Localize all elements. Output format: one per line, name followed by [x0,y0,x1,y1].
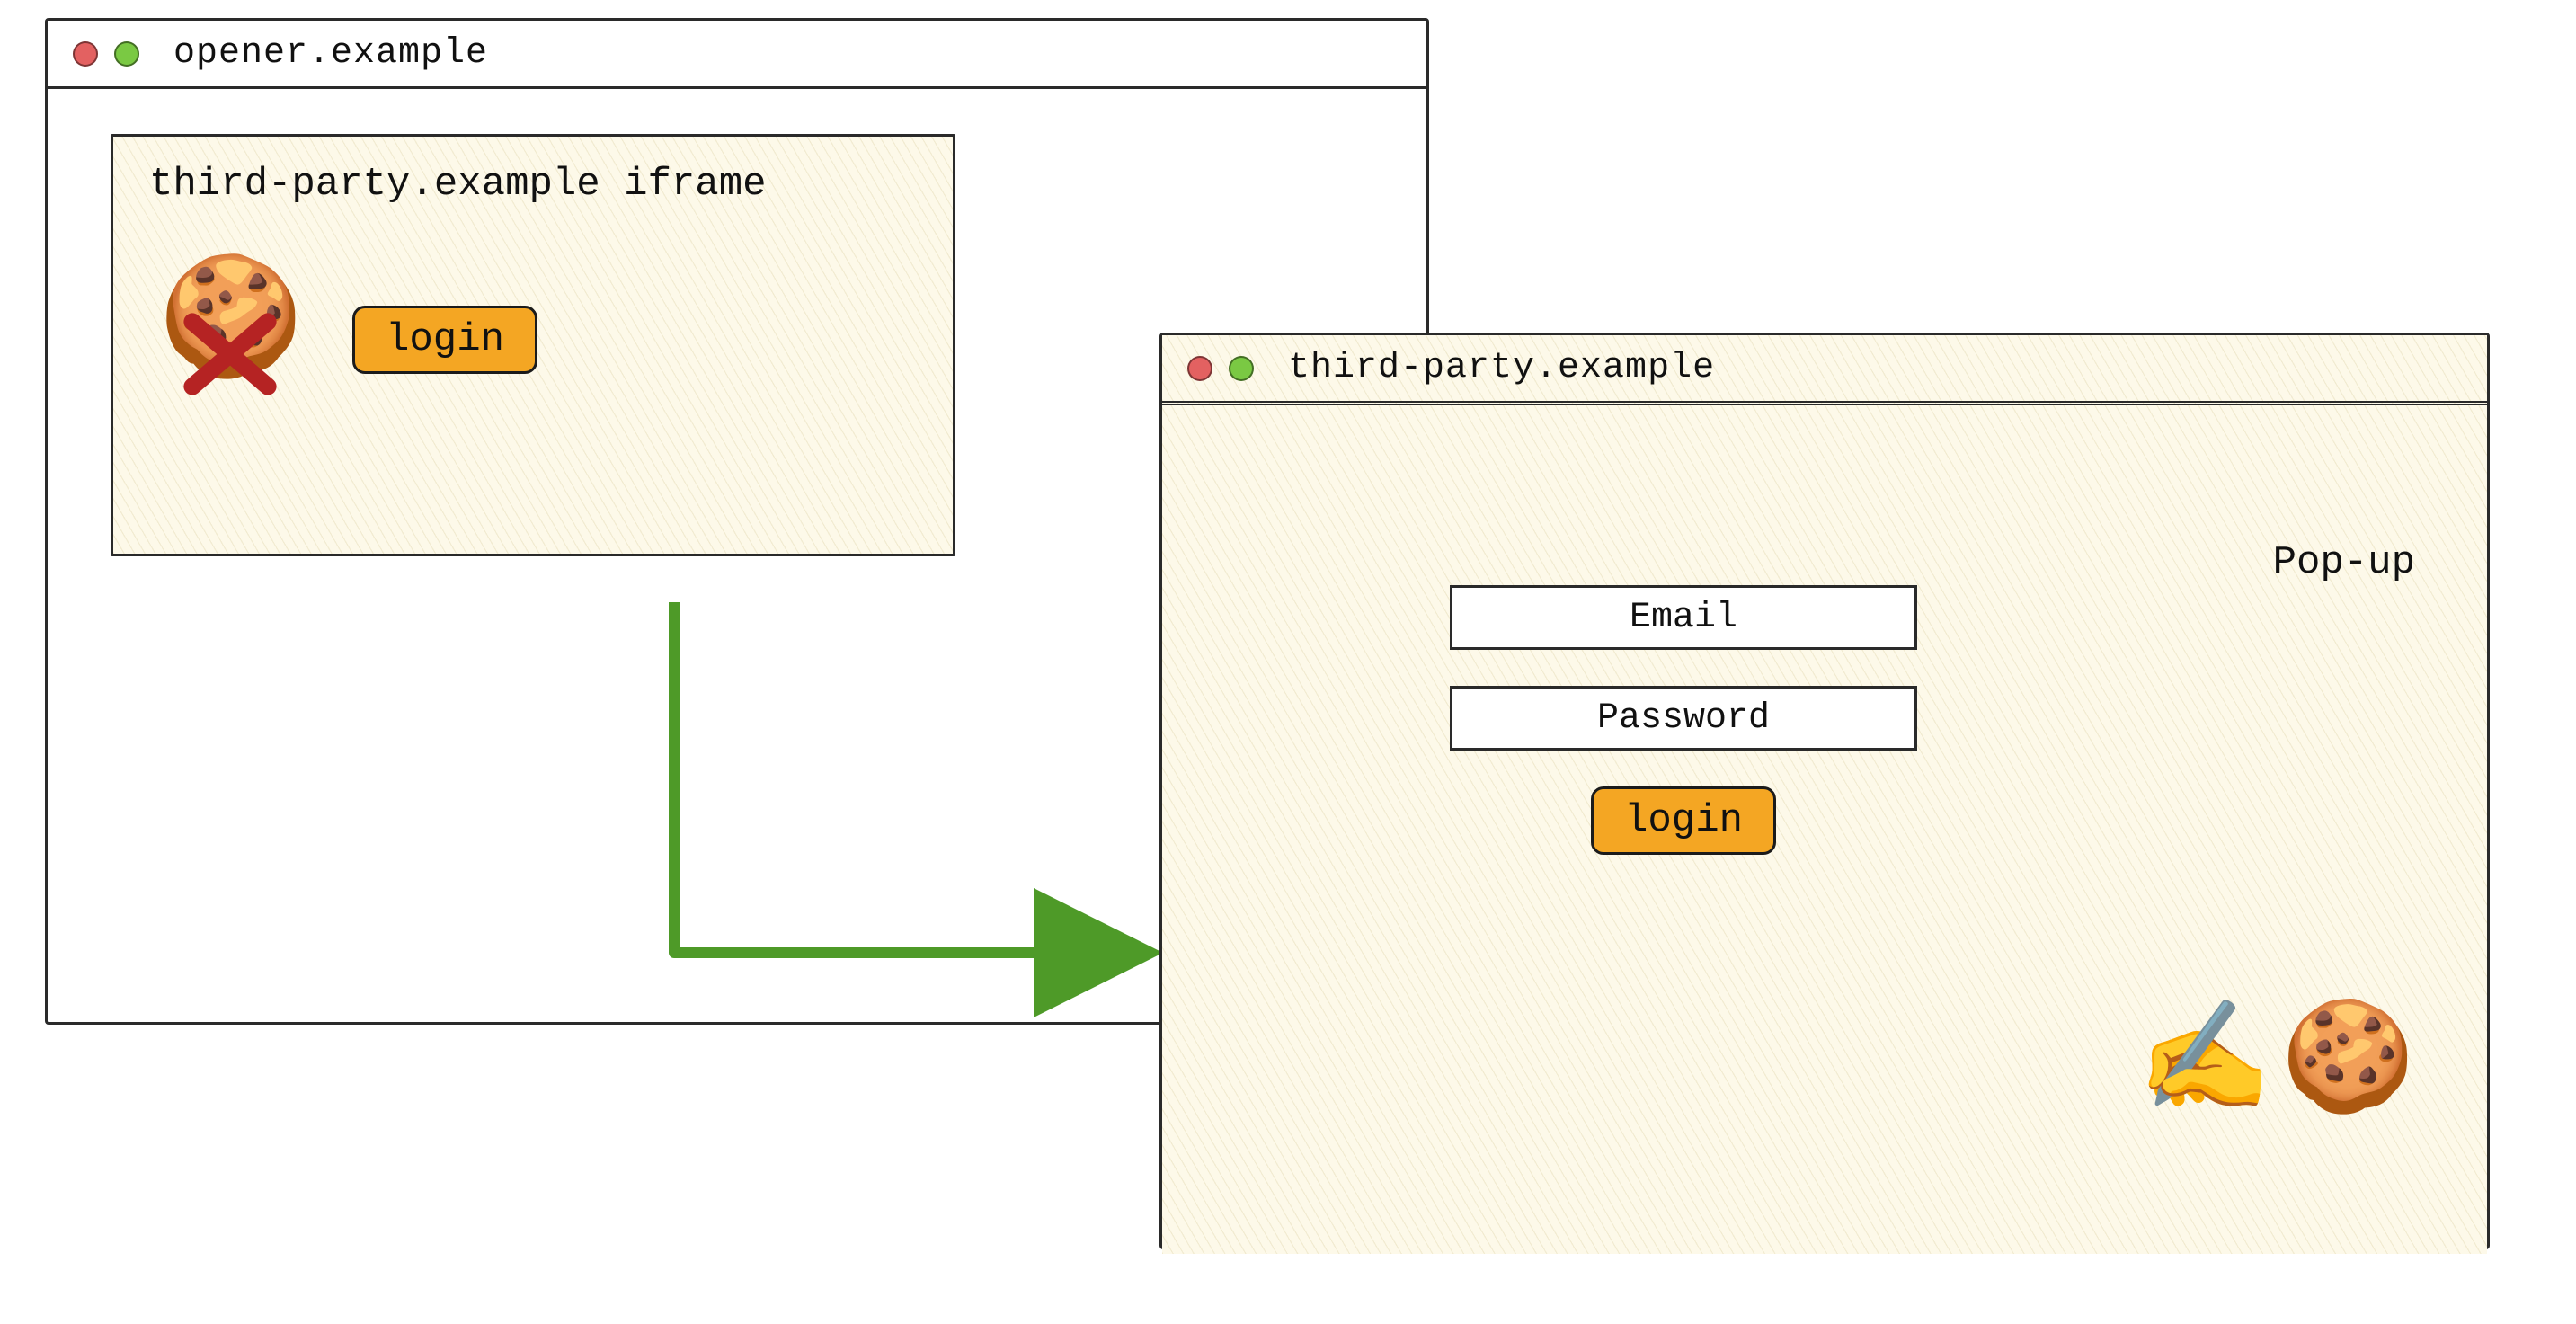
popup-content: Pop-up Email Password login ✍️ 🍪 [1162,405,2487,1254]
popup-title: third-party.example [1288,348,1715,388]
password-field[interactable]: Password [1450,686,1917,751]
cookie-icon: 🍪 [158,260,304,392]
maximize-icon[interactable] [114,41,139,67]
blocked-cookie: 🍪 [158,268,302,412]
maximize-icon[interactable] [1229,356,1254,381]
login-form: Email Password login [1450,585,1917,855]
iframe-row: 🍪 login [113,232,953,448]
third-party-iframe: third-party.example iframe 🍪 login [111,134,955,556]
popup-body: Pop-up Email Password login ✍️ 🍪 [1162,405,2487,1254]
close-icon[interactable] [73,41,98,67]
iframe-label: third-party.example iframe [113,137,953,232]
email-field[interactable]: Email [1450,585,1917,650]
popup-window: third-party.example Pop-up Email Passwor… [1159,333,2490,1249]
iframe-login-button[interactable]: login [352,306,537,374]
close-icon[interactable] [1187,356,1212,381]
opener-title: opener.example [173,33,488,74]
opener-titlebar: opener.example [48,21,1426,89]
cookie-write-indicator: ✍️ 🍪 [2137,1011,2415,1119]
popup-label: Pop-up [2273,540,2415,585]
popup-login-button[interactable]: login [1591,786,1776,855]
popup-titlebar: third-party.example [1162,335,2487,405]
cookie-icon: 🍪 [2281,1011,2415,1119]
writing-hand-icon: ✍️ [2137,1011,2271,1119]
